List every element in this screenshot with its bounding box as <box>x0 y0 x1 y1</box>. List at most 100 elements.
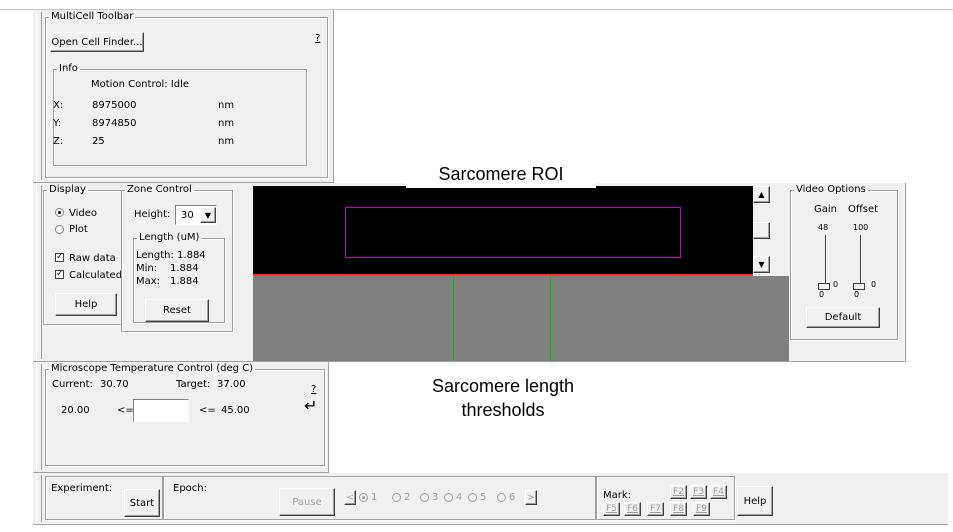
toolbar-help-button[interactable]: ? <box>315 33 320 44</box>
epoch-label-5[interactable]: 5 <box>480 492 486 503</box>
gain-min: 0 <box>819 290 825 299</box>
mark-f3-button[interactable]: F3 <box>690 485 707 499</box>
start-button[interactable]: Start <box>124 489 160 517</box>
experiment-bar: Experiment: Start Epoch: Pause < 1 2 3 4… <box>33 473 948 525</box>
offset-label: Offset <box>848 204 879 215</box>
scroll-thumb[interactable] <box>753 222 770 239</box>
epoch-label: Epoch: <box>173 483 207 494</box>
epoch-next-button[interactable]: > <box>525 490 537 505</box>
y-label: Y: <box>53 118 62 129</box>
sarcomere-roi-box[interactable] <box>345 207 681 258</box>
panel-grip[interactable] <box>36 475 42 522</box>
le-1: <= <box>117 405 134 416</box>
raw-data-label[interactable]: Raw data <box>69 253 116 264</box>
scroll-up-icon[interactable]: ▲ <box>753 186 770 203</box>
min-value: 1.884 <box>170 263 199 274</box>
y-unit: nm <box>218 118 235 129</box>
annotation-thresholds-line2: thresholds <box>461 400 545 420</box>
calculated-label[interactable]: Calculated <box>69 270 122 281</box>
panel-grip[interactable] <box>36 185 42 359</box>
window-top-edge <box>0 0 953 10</box>
plot-label[interactable]: Plot <box>69 224 88 235</box>
threshold-line-left[interactable] <box>453 276 454 361</box>
pause-button[interactable]: Pause <box>279 488 335 516</box>
mark-label: Mark: <box>603 490 632 501</box>
temperature-title: Microscope Temperature Control (deg C) <box>51 363 254 374</box>
toolbar-panel: MultiCell Toolbar Open Cell Finder... ? … <box>33 10 334 183</box>
temperature-help-button[interactable]: ? <box>311 384 316 395</box>
gain-max: 48 <box>818 223 829 232</box>
display-panel: Display Video Plot ✓ Raw data ✓ Calculat… <box>33 183 906 362</box>
current-temp-value: 30.70 <box>100 379 129 390</box>
temp-low-limit: 20.00 <box>61 405 90 416</box>
temperature-input[interactable] <box>133 399 189 422</box>
max-value: 1.884 <box>170 276 199 287</box>
height-select[interactable]: 30 ▼ <box>175 205 217 225</box>
enter-icon[interactable]: ↵ <box>304 398 317 414</box>
y-value: 8974850 <box>92 118 137 129</box>
offset-max: 100 <box>853 223 869 232</box>
mark-f5-button[interactable]: F5 <box>603 502 620 516</box>
reset-button[interactable]: Reset <box>145 299 209 322</box>
threshold-line-right[interactable] <box>550 276 551 361</box>
height-label: Height: <box>134 209 171 220</box>
annotation-sarcomere-length-thresholds: Sarcomere length thresholds <box>377 368 629 432</box>
le-2: <= <box>199 405 216 416</box>
video-radio[interactable] <box>55 208 64 217</box>
motion-control-status: Motion Control: Idle <box>91 79 190 90</box>
epoch-radio-6[interactable] <box>497 493 506 502</box>
length-title: Length (uM) <box>139 232 200 243</box>
epoch-radio-3[interactable] <box>420 493 429 502</box>
chevron-down-icon[interactable]: ▼ <box>200 207 216 223</box>
z-value: 25 <box>92 136 105 147</box>
panel-grip[interactable] <box>36 12 42 180</box>
panel-grip[interactable] <box>36 364 42 470</box>
epoch-radio-1[interactable] <box>359 493 368 502</box>
raw-data-checkbox[interactable]: ✓ <box>55 253 64 262</box>
temp-high-limit: 45.00 <box>221 405 250 416</box>
epoch-label-1[interactable]: 1 <box>371 492 377 503</box>
plot-radio[interactable] <box>55 225 64 234</box>
epoch-label-4[interactable]: 4 <box>456 492 462 503</box>
height-value: 30 <box>181 210 194 221</box>
offset-min: 0 <box>854 290 860 299</box>
mark-f4-button[interactable]: F4 <box>710 485 727 499</box>
epoch-label-3[interactable]: 3 <box>432 492 438 503</box>
display-help-button[interactable]: Help <box>55 293 117 316</box>
epoch-radio-4[interactable] <box>444 493 453 502</box>
video-options-title: Video Options <box>796 184 866 195</box>
epoch-label-6[interactable]: 6 <box>509 492 515 503</box>
mark-f2-button[interactable]: F2 <box>670 485 687 499</box>
epoch-prev-button[interactable]: < <box>344 490 356 505</box>
gain-label: Gain <box>814 204 837 215</box>
mark-f8-button[interactable]: F8 <box>670 502 687 516</box>
min-label: Min: <box>136 263 158 274</box>
x-value: 8975000 <box>92 100 137 111</box>
x-unit: nm <box>218 100 235 111</box>
annotation-thresholds-line1: Sarcomere length <box>431 376 575 396</box>
video-scrollbar[interactable]: ▲ ▼ <box>753 186 789 276</box>
current-temp-label: Current: <box>52 379 93 390</box>
info-title: Info <box>59 63 78 74</box>
experiment-help-button[interactable]: Help <box>737 486 773 516</box>
z-unit: nm <box>218 136 235 147</box>
offset-slider-track[interactable] <box>860 235 862 285</box>
video-view[interactable] <box>253 186 753 274</box>
video-label[interactable]: Video <box>69 208 97 219</box>
epoch-radio-2[interactable] <box>392 493 401 502</box>
mark-f7-button[interactable]: F7 <box>647 502 664 516</box>
mark-f6-button[interactable]: F6 <box>624 502 641 516</box>
target-temp-label: Target: <box>176 379 211 390</box>
multicell-toolbar-title: MultiCell Toolbar <box>51 11 134 22</box>
open-cell-finder-button[interactable]: Open Cell Finder... <box>50 32 144 52</box>
epoch-radio-5[interactable] <box>468 493 477 502</box>
gain-slider-track[interactable] <box>825 235 827 285</box>
mark-f9-button[interactable]: F9 <box>693 502 710 516</box>
scroll-down-icon[interactable]: ▼ <box>753 256 770 273</box>
zone-control-title: Zone Control <box>127 184 192 195</box>
epoch-label-2[interactable]: 2 <box>404 492 410 503</box>
length-current: Length: 1.884 <box>136 250 206 261</box>
calculated-checkbox[interactable]: ✓ <box>55 270 64 279</box>
plot-view[interactable] <box>253 276 789 361</box>
default-button[interactable]: Default <box>806 307 880 328</box>
